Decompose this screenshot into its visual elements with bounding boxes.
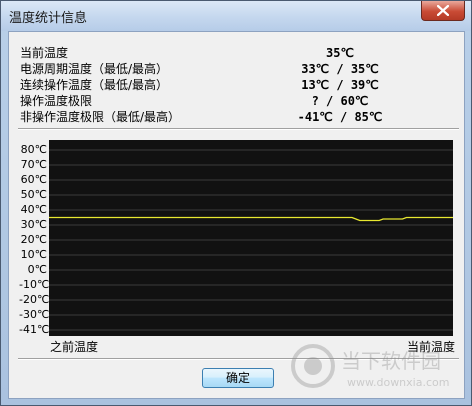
title-bar[interactable]: 温度统计信息: [1, 1, 471, 31]
info-value: 13℃ / 39℃: [301, 78, 379, 92]
window-title: 温度统计信息: [9, 11, 88, 26]
y-tick-label: -10℃: [19, 278, 50, 291]
y-tick-label: 80℃: [20, 143, 47, 156]
y-tick-label: 50℃: [20, 188, 47, 201]
temperature-chart-svg: [49, 149, 453, 331]
info-value: 33℃ / 35℃: [301, 62, 379, 76]
svg-text:当下软件园: 当下软件园: [341, 349, 441, 373]
close-icon: [437, 5, 449, 16]
ok-button[interactable]: 确定: [202, 368, 274, 388]
temperature-series-line: [49, 216, 453, 222]
info-value: -41℃ / 85℃: [297, 110, 383, 124]
y-tick-label: 20℃: [20, 233, 47, 246]
watermark-logo: 当下软件园 www.downxia.com: [291, 338, 461, 398]
info-label: 非操作温度极限（最低/最高）: [20, 110, 181, 124]
info-row-continuous: 连续操作温度（最低/最高） 13℃ / 39℃: [20, 77, 460, 93]
separator-top: [18, 128, 459, 130]
y-tick-label: 60℃: [20, 173, 47, 186]
info-row-non-operating-limit: 非操作温度极限（最低/最高） -41℃ / 85℃: [20, 109, 460, 125]
info-value: 35℃: [326, 46, 354, 60]
y-tick-label: 10℃: [20, 248, 47, 261]
dialog-window: 温度统计信息 当前温度 35℃ 电源周期温度（最低/最高） 33℃ / 35℃ …: [0, 0, 472, 406]
y-tick-label: 30℃: [20, 218, 47, 231]
info-label: 操作温度极限: [20, 94, 93, 108]
info-label: 电源周期温度（最低/最高）: [20, 62, 169, 76]
y-tick-label: 70℃: [20, 158, 47, 171]
info-label: 当前温度: [20, 46, 69, 60]
y-tick-label: -30℃: [19, 308, 50, 321]
y-tick-label: -20℃: [19, 293, 50, 306]
svg-text:www.downxia.com: www.downxia.com: [347, 376, 449, 389]
info-value: ? / 60℃: [311, 94, 369, 108]
close-button[interactable]: [421, 1, 465, 21]
info-label: 连续操作温度（最低/最高）: [20, 78, 169, 92]
dialog-client-area: 当前温度 35℃ 电源周期温度（最低/最高） 33℃ / 35℃ 连续操作温度（…: [8, 31, 465, 399]
y-tick-label: 0℃: [27, 263, 47, 276]
temperature-chart: [49, 140, 453, 336]
info-row-current: 当前温度 35℃: [20, 45, 460, 61]
y-tick-label: -41℃: [19, 323, 50, 336]
y-tick-label: 40℃: [20, 203, 47, 216]
watermark-icon: 当下软件园 www.downxia.com: [291, 344, 449, 389]
info-row-power-cycle: 电源周期温度（最低/最高） 33℃ / 35℃: [20, 61, 460, 77]
x-label-previous: 之前温度: [50, 340, 99, 354]
info-row-operating-limit: 操作温度极限 ? / 60℃: [20, 93, 460, 109]
